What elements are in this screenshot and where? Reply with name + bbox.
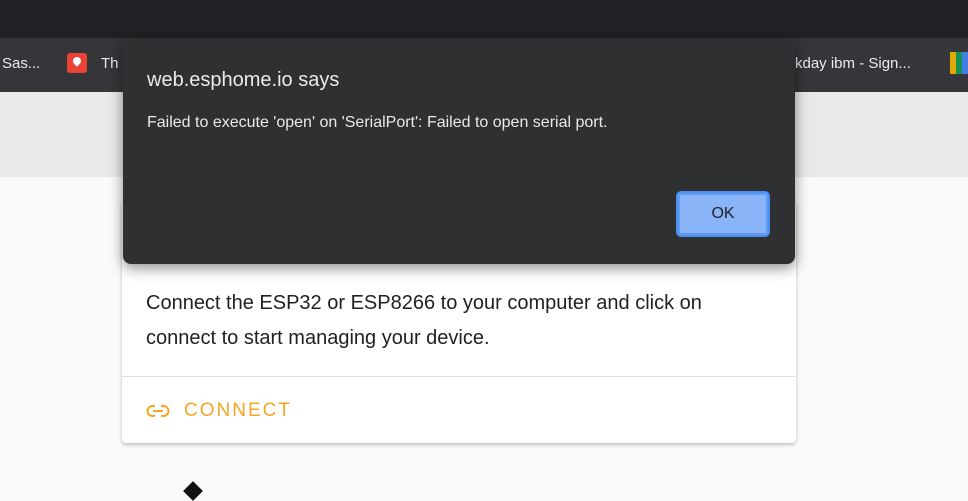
ok-button[interactable]: OK — [676, 191, 770, 237]
connect-label: CONNECT — [184, 400, 292, 421]
card-description: Connect the ESP32 or ESP8266 to your com… — [146, 292, 702, 349]
link-icon — [146, 405, 170, 417]
bookmark-item[interactable]: kday ibm - Sign... — [795, 55, 911, 72]
alert-dialog: web.esphome.io says Failed to execute 'o… — [123, 38, 795, 264]
connect-button[interactable]: CONNECT — [140, 394, 298, 428]
bookmark-item[interactable]: Sas... — [2, 55, 40, 72]
dialog-title: web.esphome.io says — [147, 69, 340, 91]
map-pin-icon[interactable] — [67, 53, 87, 73]
browser-tab-strip — [0, 0, 968, 38]
dialog-message: Failed to execute 'open' on 'SerialPort'… — [147, 114, 608, 131]
bookmark-item[interactable]: Th — [101, 55, 119, 72]
diamond-icon — [183, 481, 203, 501]
app-grid-icon[interactable] — [950, 52, 968, 74]
card-divider — [122, 376, 796, 377]
